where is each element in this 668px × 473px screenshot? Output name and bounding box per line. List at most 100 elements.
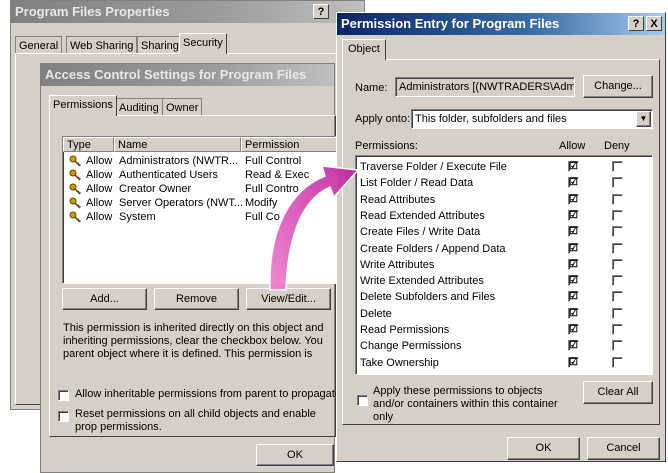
allow-checkbox[interactable]: ☑ [568, 209, 579, 221]
ok-button[interactable]: OK [507, 437, 580, 460]
permission-name: Read Extended Attributes [360, 209, 485, 222]
tab-object[interactable]: Object [342, 39, 386, 60]
entry-permission: Full Control [245, 155, 302, 167]
change-button[interactable]: Change... [583, 75, 653, 98]
allow-checkbox[interactable]: ☑ [568, 258, 579, 270]
tab-auditing[interactable]: Auditing [115, 98, 163, 116]
acl-ok-button[interactable]: OK [256, 444, 334, 466]
tab-owner[interactable]: Owner [162, 98, 203, 116]
table-row[interactable]: Allow Authenticated Users Read & Exec [65, 168, 335, 183]
deny-checkbox[interactable] [612, 242, 623, 254]
apply-onto-label: Apply onto: [355, 113, 411, 125]
permission-entry-title-bar: Permission Entry for Program Files ? X [337, 13, 665, 35]
permission-row: List Folder / Read Data ☑ [356, 175, 652, 191]
apply-onto-dropdown[interactable]: This folder, subfolders and files ▼ [411, 109, 653, 129]
deny-checkbox[interactable] [612, 177, 623, 189]
entry-permission: Read & Exec [245, 169, 310, 181]
deny-checkbox[interactable] [612, 275, 623, 287]
entry-name: Authenticated Users [119, 169, 219, 181]
column-header-type[interactable]: Type [63, 137, 114, 152]
close-button[interactable]: X [646, 16, 662, 31]
deny-checkbox[interactable] [612, 356, 623, 368]
properties-title: Program Files Properties [15, 4, 170, 19]
permission-row: Delete ☑ [356, 306, 652, 322]
table-row[interactable]: Allow System Full Co [65, 210, 335, 225]
permission-row: Traverse Folder / Execute File ☑ [356, 159, 652, 175]
tab-security[interactable]: Security [179, 33, 227, 54]
name-field: Administrators [(NWTRADERS\Admi [395, 77, 575, 97]
allow-checkbox[interactable]: ☑ [568, 324, 579, 335]
allow-checkbox[interactable]: ☑ [568, 242, 579, 254]
entry-type: Allow [86, 183, 113, 195]
tab-general[interactable]: General [15, 36, 63, 54]
allow-checkbox[interactable]: ☑ [568, 275, 579, 287]
permission-name: Create Files / Write Data [360, 226, 481, 239]
permission-row: Create Files / Write Data ☑ [356, 224, 652, 240]
inheritance-info-text: This permission is inherited directly on… [63, 322, 324, 360]
reset-permissions-checkbox[interactable] [58, 411, 69, 422]
permission-entry-title: Permission Entry for Program Files [341, 16, 560, 31]
permission-entry-window: Permission Entry for Program Files ? X O… [336, 12, 666, 462]
permission-name: Delete Subfolders and Files [360, 291, 496, 304]
remove-button[interactable]: Remove [154, 288, 239, 310]
properties-title-bar: Program Files Properties ? [11, 1, 364, 23]
cancel-button[interactable]: Cancel [587, 437, 660, 460]
deny-checkbox[interactable] [612, 258, 623, 270]
deny-checkbox[interactable] [612, 340, 623, 352]
entry-name: System [119, 211, 156, 223]
column-header-name[interactable]: Name [114, 137, 241, 152]
access-control-title-bar: Access Control Settings for Program File… [41, 64, 334, 86]
permission-name: Read Permissions [360, 324, 450, 336]
tab-sharing[interactable]: Sharing [137, 36, 183, 54]
key-icon [69, 183, 81, 195]
deny-checkbox[interactable] [612, 209, 623, 221]
permissions-list[interactable]: Traverse Folder / Execute File ☑ List Fold… [355, 155, 653, 375]
deny-checkbox[interactable] [612, 193, 623, 205]
allow-checkbox[interactable]: ☑ [568, 291, 579, 303]
allow-checkbox[interactable]: ☑ [568, 161, 579, 172]
permission-row: Read Attributes ☑ [356, 192, 652, 208]
permission-row: Change Permissions ☑ [356, 338, 652, 354]
help-button[interactable]: ? [628, 16, 644, 31]
entry-permission: Full Co [245, 211, 280, 223]
entry-name: Server Operators (NWT... [119, 197, 244, 209]
permission-name: Delete [360, 307, 392, 320]
table-row[interactable]: Allow Server Operators (NWT... Modify [65, 196, 335, 211]
deny-header: Deny [604, 140, 630, 152]
entry-name: Creator Owner [119, 183, 192, 195]
permission-name: Create Folders / Append Data [360, 242, 506, 255]
deny-checkbox[interactable] [612, 226, 623, 238]
add-button[interactable]: Add... [62, 288, 147, 310]
tab-web-sharing[interactable]: Web Sharing [66, 36, 138, 54]
key-icon [69, 211, 81, 223]
allow-inheritable-checkbox[interactable] [58, 390, 69, 401]
column-header-permission[interactable]: Permission [241, 137, 337, 152]
allow-checkbox[interactable]: ☑ [568, 226, 579, 238]
permission-row: Delete Subfolders and Files ☑ [356, 289, 652, 305]
key-icon [69, 169, 81, 181]
table-row[interactable]: Allow Administrators (NWTR... Full Control [65, 154, 335, 169]
tab-permissions[interactable]: Permissions [49, 95, 117, 116]
permission-row: Read Extended Attributes ☑ [356, 208, 652, 224]
deny-checkbox[interactable] [612, 291, 623, 303]
table-row[interactable]: Allow Creator Owner Full Contro [65, 182, 335, 197]
entry-name: Administrators (NWTR... [119, 155, 239, 167]
allow-checkbox[interactable]: ☑ [568, 177, 579, 189]
deny-checkbox[interactable] [612, 324, 623, 335]
allow-checkbox[interactable]: ☑ [568, 193, 579, 205]
dropdown-arrow-icon[interactable]: ▼ [636, 111, 651, 127]
allow-header: Allow [559, 140, 586, 152]
allow-checkbox[interactable]: ☑ [568, 340, 579, 352]
allow-checkbox[interactable]: ☑ [568, 356, 579, 368]
acl-entry-list[interactable]: Type Name Permission Allow Administrators… [62, 136, 337, 284]
permission-row: Take Ownership ☑ [356, 355, 652, 371]
deny-checkbox[interactable] [612, 161, 623, 172]
allow-checkbox[interactable]: ☑ [568, 307, 579, 319]
permission-row: Create Folders / Append Data ☑ [356, 241, 652, 257]
apply-containers-checkbox[interactable] [357, 395, 368, 406]
view-edit-button[interactable]: View/Edit... [246, 288, 331, 310]
help-button[interactable]: ? [313, 4, 329, 19]
deny-checkbox[interactable] [612, 307, 623, 319]
entry-type: Allow [86, 197, 113, 209]
clear-all-button[interactable]: Clear All [583, 381, 653, 404]
